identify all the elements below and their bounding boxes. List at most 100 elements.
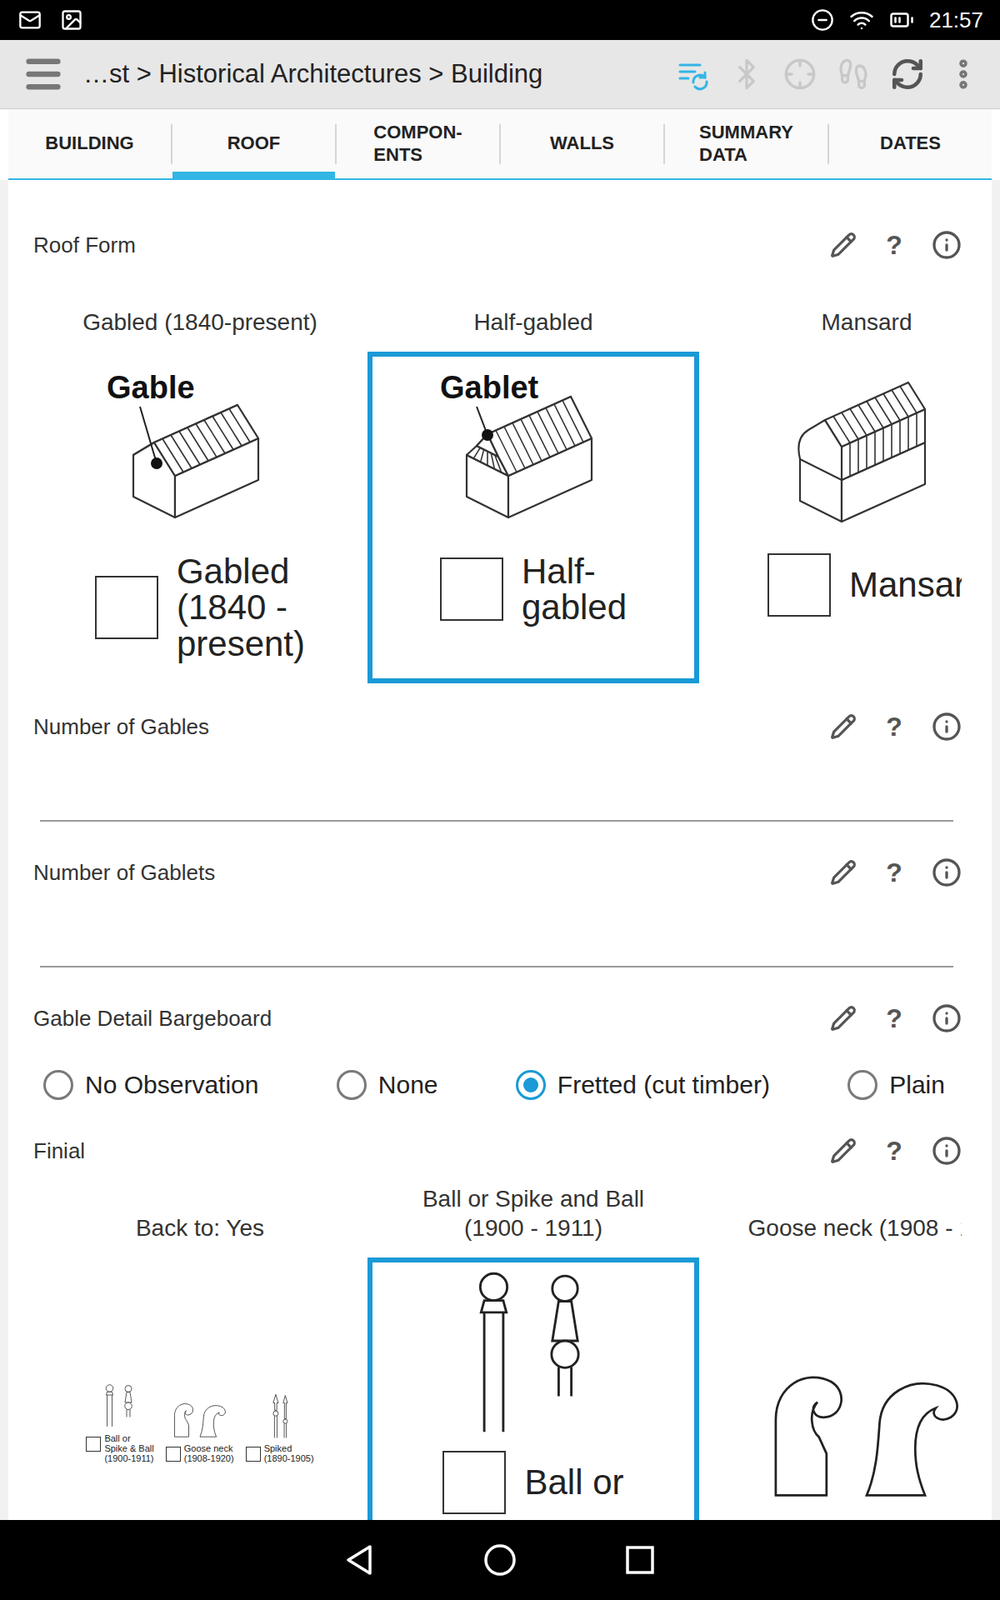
overview-checkbox: [165, 1446, 181, 1462]
help-icon[interactable]: ?: [880, 857, 909, 889]
image-option-label: Mansard: [821, 278, 913, 352]
mail-icon: [18, 8, 42, 32]
radio-label: No Observation: [85, 1070, 259, 1100]
info-icon[interactable]: [931, 230, 962, 260]
clock: 21:57: [929, 7, 984, 34]
form-checkbox-row: Ball or: [442, 1450, 624, 1515]
image-option[interactable]: Mansard Mansar: [700, 278, 962, 684]
gps-icon[interactable]: [783, 57, 817, 91]
sync-list-icon[interactable]: [676, 57, 710, 91]
radio-option[interactable]: No Observation: [43, 1070, 259, 1100]
field-header: Number of Gablets?: [33, 849, 962, 896]
goose-finial-drawing: [745, 1340, 962, 1507]
field-header: Finial?: [33, 1127, 962, 1175]
overview-checkbox: [85, 1436, 101, 1452]
form-checkbox-label: Ball or: [524, 1464, 624, 1500]
overview-caption-row: Spiked (1890-1905): [245, 1443, 315, 1464]
radio-label: Plain: [889, 1070, 945, 1100]
form-checkbox-row: Mansar: [767, 553, 962, 617]
option-image[interactable]: Mansar: [700, 351, 962, 684]
overview-caption-row: Ball or Spike & Ball (1900-1911): [85, 1433, 154, 1464]
pencil-icon[interactable]: [830, 859, 857, 886]
tab[interactable]: SUMMARY DATA: [665, 109, 828, 179]
wifi-icon: [849, 7, 875, 33]
mansard-roof-drawing: [758, 363, 962, 547]
form-field: Roof Form?Gabled (1840-present)GableGabl…: [33, 221, 962, 704]
app-screen: 21:57…st > Historical Architectures > Bu…: [0, 0, 1000, 1600]
form-field: Gable Detail Bargeboard?No ObservationNo…: [33, 995, 962, 1128]
info-icon[interactable]: [931, 1003, 962, 1034]
help-icon[interactable]: ?: [880, 1135, 909, 1167]
pencil-icon[interactable]: [830, 1137, 857, 1165]
pencil-icon[interactable]: [830, 713, 857, 740]
radio-button[interactable]: [515, 1070, 546, 1100]
field-actions: ?: [830, 857, 962, 889]
pencil-icon[interactable]: [830, 231, 857, 259]
form-field: Number of Gables?: [33, 703, 962, 850]
help-icon[interactable]: ?: [880, 1003, 909, 1035]
image-option[interactable]: Ball or Spike and Ball (1900 - 1911) Ball…: [366, 1184, 700, 1520]
radio-option[interactable]: Plain: [847, 1070, 945, 1100]
radio-label: Fretted (cut timber): [557, 1070, 770, 1100]
info-icon[interactable]: [931, 1135, 962, 1166]
field-actions: ?: [830, 1003, 962, 1035]
overflow-menu-icon[interactable]: [945, 55, 982, 93]
radio-option[interactable]: Fretted (cut timber): [515, 1070, 770, 1100]
help-icon[interactable]: ?: [880, 711, 909, 743]
system-icons: 21:57: [810, 7, 984, 34]
image-option[interactable]: Goose neck (1908 - 19: [700, 1184, 962, 1520]
bluetooth-icon[interactable]: [730, 57, 764, 91]
pencil-icon[interactable]: [830, 1005, 857, 1032]
tab[interactable]: BUILDING: [8, 109, 171, 179]
image-option-label: Ball or Spike and Ball (1900 - 1911): [422, 1184, 645, 1258]
tab[interactable]: COMPON- ENTS: [336, 109, 500, 179]
option-image[interactable]: Gable Gabled (1840 - present): [34, 351, 366, 684]
overview-caption-row: Goose neck (1908-1920): [165, 1443, 235, 1464]
menu-icon[interactable]: [21, 52, 65, 96]
home-icon[interactable]: [480, 1540, 520, 1580]
tab-bar: BUILDINGROOFCOMPON- ENTSWALLSSUMMARY DAT…: [8, 109, 992, 180]
image-option[interactable]: Half-gabledGabletHalf- gabled: [366, 278, 700, 684]
field-label: Finial: [33, 1138, 830, 1165]
navigation-bar: [0, 1520, 1000, 1600]
radio-button[interactable]: [43, 1070, 74, 1100]
do-not-disturb-icon: [810, 8, 835, 32]
image-choice-row: Back to: YesBall or Spike & Ball (1900-1…: [33, 1184, 962, 1520]
radio-option[interactable]: None: [336, 1070, 439, 1100]
svg-text:Gable: Gable: [106, 370, 195, 405]
text-input[interactable]: [40, 780, 954, 822]
refresh-icon[interactable]: [890, 56, 925, 92]
image-option[interactable]: Gabled (1840-present)GableGabled (1840 -…: [33, 278, 367, 684]
radio-button[interactable]: [336, 1070, 367, 1100]
radio-button[interactable]: [847, 1070, 878, 1100]
help-icon[interactable]: ?: [880, 230, 909, 261]
back-icon[interactable]: [340, 1540, 380, 1580]
tab[interactable]: ROOF: [172, 109, 335, 179]
image-option-label: Half-gabled: [473, 278, 593, 352]
form-checkbox: [442, 1450, 506, 1515]
option-image[interactable]: Ball or Spike & Ball (1900-1911) Goose ne…: [34, 1257, 366, 1520]
spiked-finial-drawing: [259, 1393, 301, 1440]
tab-separator: [827, 124, 830, 165]
option-image[interactable]: GabletHalf- gabled: [367, 351, 700, 684]
gable-roof-drawing: Gable: [91, 363, 309, 547]
recents-icon[interactable]: [620, 1540, 660, 1580]
option-image[interactable]: Ball or: [367, 1257, 700, 1520]
image-option[interactable]: Back to: YesBall or Spike & Ball (1900-1…: [33, 1184, 367, 1520]
tab[interactable]: WALLS: [500, 109, 664, 179]
field-header: Number of Gables?: [33, 703, 962, 750]
overview-checkbox: [245, 1446, 261, 1462]
overview-caption: Goose neck (1908-1920): [184, 1443, 235, 1464]
footprints-icon[interactable]: [836, 57, 870, 91]
tab-separator: [335, 124, 337, 165]
overview-item: Goose neck (1908-1920): [165, 1393, 235, 1464]
notification-icons: [18, 8, 84, 32]
info-icon[interactable]: [931, 857, 962, 888]
text-input[interactable]: [40, 925, 954, 968]
tab[interactable]: DATES: [829, 109, 992, 179]
info-icon[interactable]: [931, 711, 962, 742]
option-image[interactable]: [700, 1257, 962, 1520]
form-checkbox-label: Mansar: [849, 566, 962, 603]
form-field: Number of Gablets?: [33, 849, 962, 995]
form-checkbox-label: Gabled (1840 - present): [176, 553, 305, 662]
